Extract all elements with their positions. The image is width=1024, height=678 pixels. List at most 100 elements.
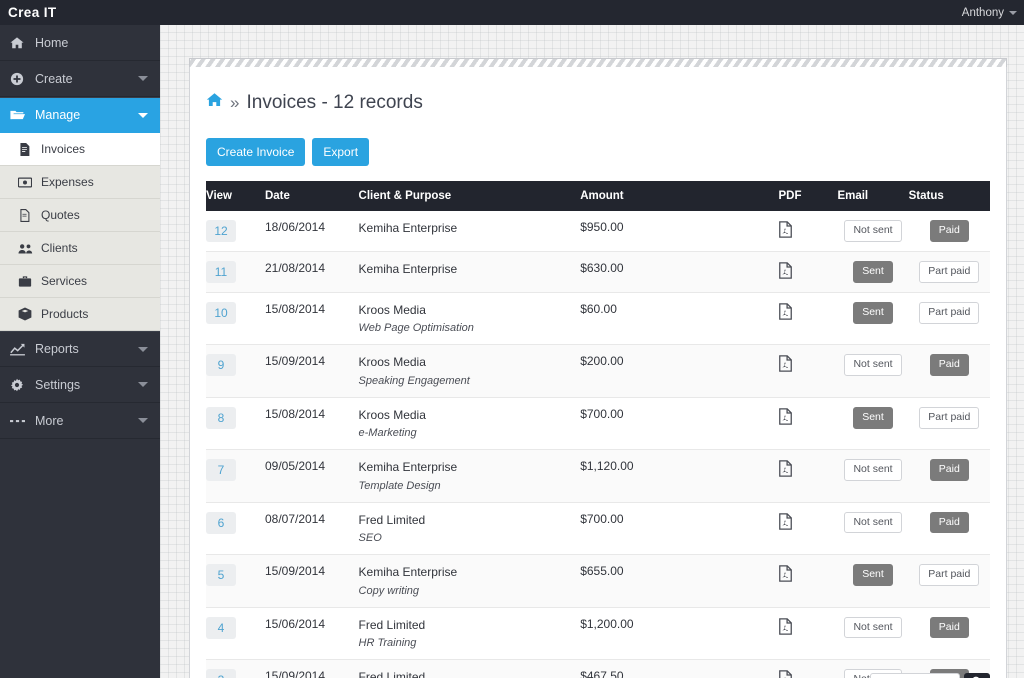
table-row: 6 08/07/2014 Fred Limited SEO $700.00 Not sen… [206,502,990,555]
cell-date: 09/05/2014 [264,459,326,474]
pdf-icon[interactable] [778,303,793,323]
cell-client-purpose: Fred LimitedAlpha consulting [359,660,581,678]
payment-status-badge[interactable]: Part paid [919,564,980,586]
pdf-icon[interactable] [778,355,793,375]
view-invoice-button[interactable]: 10 [206,302,236,324]
table-header: View Date Client & Purpose Amount PDF Em… [206,181,990,211]
column-header-date[interactable]: Date [264,181,359,211]
view-invoice-button[interactable]: 6 [206,511,236,534]
sidebar-item-label: Services [41,274,88,288]
column-header-view[interactable]: View [206,181,265,211]
email-status-badge[interactable]: Not sent [844,354,902,377]
page-title: Invoices - 12 records [246,92,423,113]
sidebar-item-label: Settings [35,377,81,392]
sidebar-item-quotes[interactable]: Quotes [0,199,160,232]
sidebar-item-expenses[interactable]: Expenses [0,166,160,199]
money-bill-icon [18,176,35,189]
email-status-badge[interactable]: Not sent [844,511,902,534]
payment-status-badge[interactable]: Part paid [919,302,980,324]
pdf-icon[interactable] [778,513,793,533]
pdf-icon[interactable] [778,408,793,428]
email-status-badge[interactable]: Not sent [844,220,902,242]
view-invoice-button[interactable]: 5 [206,564,236,587]
sidebar-item-reports[interactable]: Reports [0,331,160,367]
cell-view: 10 [206,293,265,345]
table-row: 4 15/06/2014 Fred Limited HR Training $1,200… [206,607,990,660]
cell-amount: $655.00 [580,564,624,579]
cell-view: 7 [206,450,265,502]
cell-date: 15/09/2014 [264,354,326,369]
cell-client-purpose: Kroos Media Speaking Engagement [359,345,581,397]
pdf-icon[interactable] [778,670,793,678]
invoice-file-icon [18,142,35,156]
users-icon [18,242,35,255]
cell-pdf [778,293,837,345]
invoice-purpose: SEO [358,532,382,545]
user-menu[interactable]: Anthony [962,7,1024,19]
chevron-down-icon [138,346,148,352]
payment-status-badge[interactable]: Part paid [919,261,980,283]
chevron-down-icon [138,112,148,118]
invoices-table: View Date Client & Purpose Amount PDF Em… [206,181,990,678]
client-name: Fred Limited [358,617,426,632]
pdf-icon[interactable] [778,565,793,585]
cell-email: Not sent [837,502,908,554]
view-invoice-button[interactable]: 7 [206,459,236,482]
invoice-purpose: Copy writing [358,584,420,597]
view-invoice-button[interactable]: 9 [206,354,236,377]
cell-pdf [778,211,837,252]
pdf-icon[interactable] [778,618,793,638]
create-invoice-button[interactable]: Create Invoice [206,138,306,166]
email-status-badge[interactable]: Sent [853,261,893,283]
sidebar-item-clients[interactable]: Clients [0,232,160,265]
pdf-icon[interactable] [778,221,793,241]
email-status-badge[interactable]: Sent [853,564,893,586]
sidebar-item-create[interactable]: Create [0,61,160,97]
cell-date: 15/06/2014 [264,616,326,631]
top-bar: Crea IT Anthony [0,0,1024,25]
email-status-badge[interactable]: Not sent [844,616,902,639]
view-invoice-button[interactable]: 11 [206,261,236,283]
cell-date: 15/09/2014 [264,564,326,579]
cell-view: 3 [206,660,265,678]
client-name: Kroos Media [358,303,426,317]
pdf-icon[interactable] [778,460,793,480]
view-invoice-button[interactable]: 3 [206,669,236,678]
home-icon[interactable] [206,92,223,114]
payment-status-badge[interactable]: Paid [929,511,969,534]
email-status-badge[interactable]: Sent [853,302,893,324]
chevron-down-icon [138,382,148,387]
cell-client-purpose: Kroos Media Web Page Optimisation [359,293,581,345]
payment-status-badge[interactable]: Part paid [919,406,980,429]
view-invoice-button[interactable]: 4 [206,616,236,639]
email-status-badge[interactable]: Not sent [844,459,902,481]
payment-status-badge[interactable]: Paid [929,220,969,242]
sidebar-item-invoices[interactable]: Invoices [0,133,160,166]
panel-top-stripe [189,58,1007,67]
column-header-client[interactable]: Client & Purpose [358,181,581,211]
search-button[interactable] [964,673,990,678]
column-header-status[interactable]: Status [908,181,990,211]
cell-status: Paid [909,211,990,252]
search-input[interactable] [870,673,960,678]
sidebar-item-home[interactable]: Home [0,25,160,61]
cell-email: Sent [837,252,908,293]
sidebar-item-products[interactable]: Products [0,298,160,331]
cell-date: 21/08/2014 [264,261,326,275]
column-header-email[interactable]: Email [837,181,909,211]
view-invoice-button[interactable]: 12 [206,220,236,242]
payment-status-badge[interactable]: Paid [929,354,969,377]
payment-status-badge[interactable]: Paid [929,459,969,481]
sidebar-item-more[interactable]: More [0,403,160,439]
sidebar-item-label: Manage [35,108,81,122]
sidebar-item-services[interactable]: Services [0,265,160,298]
sidebar-item-settings[interactable]: Settings [0,367,160,403]
pdf-icon[interactable] [778,262,793,282]
column-header-pdf[interactable]: PDF [778,181,838,211]
sidebar-item-manage[interactable]: Manage [0,97,160,133]
view-invoice-button[interactable]: 8 [206,406,236,429]
export-button[interactable]: Export [312,138,370,166]
payment-status-badge[interactable]: Paid [929,616,969,639]
email-status-badge[interactable]: Sent [853,406,893,429]
column-header-amount[interactable]: Amount [580,181,779,211]
